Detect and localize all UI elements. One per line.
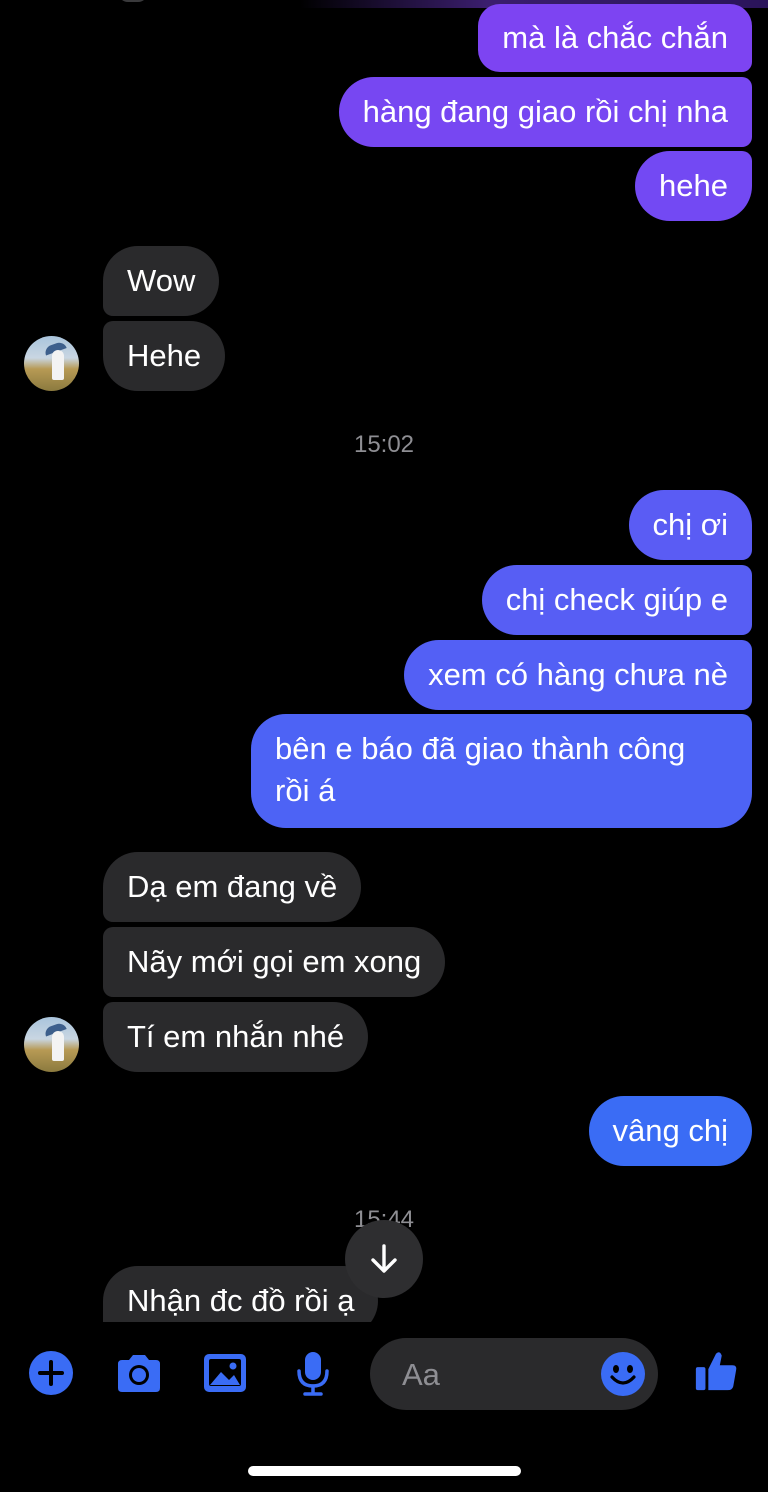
avatar-figure bbox=[52, 1031, 64, 1061]
message-text: mà là chắc chắn bbox=[502, 20, 728, 55]
scroll-to-bottom-button[interactable] bbox=[345, 1220, 423, 1298]
incoming-message[interactable]: Tí em nhắn nhé bbox=[103, 1002, 369, 1072]
incoming-message[interactable]: Dạ em đang về bbox=[103, 852, 362, 922]
smiley-icon[interactable] bbox=[600, 1351, 646, 1397]
avatar-figure bbox=[52, 350, 64, 380]
incoming-message[interactable]: Nãy mới gọi em xong bbox=[103, 927, 446, 997]
message-text: hàng đang giao rồi chị nha bbox=[362, 94, 728, 129]
contact-avatar[interactable] bbox=[24, 336, 79, 391]
top-partial-element bbox=[118, 0, 148, 2]
arrow-down-icon bbox=[371, 1244, 397, 1273]
message-text-line: rồi á bbox=[275, 773, 336, 808]
home-indicator[interactable] bbox=[248, 1466, 521, 1476]
camera-icon[interactable] bbox=[114, 1350, 164, 1396]
timestamp: 15:02 bbox=[353, 431, 415, 458]
outgoing-message[interactable]: mà là chắc chắn bbox=[478, 4, 752, 72]
contact-avatar[interactable] bbox=[24, 1017, 79, 1072]
message-text: xem có hàng chưa nè bbox=[428, 657, 728, 692]
incoming-message[interactable]: Hehe bbox=[103, 321, 226, 391]
outgoing-message[interactable]: hehe bbox=[635, 151, 752, 221]
message-text: Tí em nhắn nhé bbox=[127, 1019, 345, 1054]
outgoing-message[interactable]: chị ơi bbox=[628, 490, 752, 560]
message-text-line: bên e báo đã giao thành công bbox=[275, 731, 686, 766]
message-text: Dạ em đang về bbox=[127, 869, 338, 904]
message-text: chị ơi bbox=[652, 507, 728, 542]
outgoing-message[interactable]: chị check giúp e bbox=[481, 565, 752, 635]
message-text: vâng chị bbox=[612, 1113, 728, 1148]
image-icon[interactable] bbox=[202, 1350, 248, 1396]
outgoing-message[interactable]: hàng đang giao rồi chị nha bbox=[338, 77, 752, 147]
outgoing-message[interactable]: vâng chị bbox=[588, 1096, 752, 1166]
message-text: Hehe bbox=[127, 338, 202, 373]
message-text: hehe bbox=[659, 168, 728, 203]
plus-circle-icon[interactable] bbox=[28, 1350, 74, 1396]
message-text: chị check giúp e bbox=[505, 582, 728, 617]
outgoing-message[interactable]: xem có hàng chưa nè bbox=[404, 640, 752, 710]
thumbs-up-icon[interactable] bbox=[692, 1348, 740, 1394]
message-text: Nãy mới gọi em xong bbox=[127, 944, 422, 979]
incoming-message[interactable]: Wow bbox=[103, 246, 220, 316]
message-text: Nhận đc đồ rồi ạ bbox=[127, 1283, 355, 1318]
outgoing-message[interactable]: bên e báo đã giao thành công rồi á bbox=[251, 714, 752, 828]
message-input[interactable] bbox=[400, 1352, 594, 1398]
microphone-icon[interactable] bbox=[290, 1350, 336, 1396]
message-text: Wow bbox=[127, 263, 196, 298]
